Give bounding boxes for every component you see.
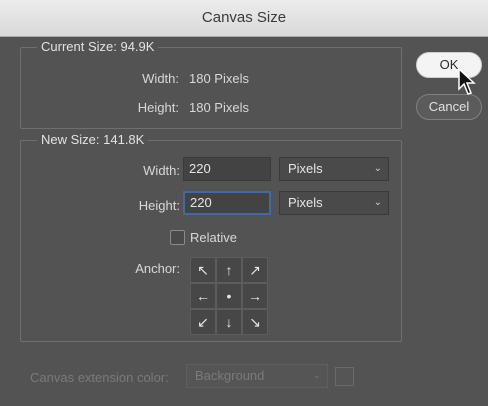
anchor-label: Anchor:	[135, 261, 180, 276]
new-size-title: New Size: 141.8K	[37, 132, 149, 147]
anchor-top-icon[interactable]: ↑	[216, 257, 242, 283]
anchor-top-right-icon[interactable]: ↗	[242, 257, 268, 283]
chevron-down-icon: ⌄	[373, 163, 382, 174]
extension-color-select[interactable]: Background ⌄	[186, 364, 328, 388]
relative-checkbox[interactable]	[170, 230, 185, 245]
relative-label: Relative	[190, 230, 237, 245]
anchor-center-icon[interactable]: •	[216, 283, 242, 309]
new-height-label: Height:	[138, 198, 180, 213]
new-height-input[interactable]: 220	[183, 191, 271, 215]
extension-color-value: Background	[195, 368, 265, 383]
canvas-size-dialog: Current Size: 94.9K Width: 180 Pixels He…	[0, 37, 488, 406]
current-height-label: Height:	[137, 100, 179, 115]
current-width-label: Width:	[142, 71, 179, 86]
current-width-value: 180 Pixels	[189, 71, 249, 86]
current-size-title: Current Size: 94.9K	[37, 39, 159, 54]
new-width-label: Width:	[143, 163, 180, 178]
chevron-down-icon: ⌄	[312, 370, 321, 381]
width-unit-value: Pixels	[288, 161, 323, 176]
chevron-down-icon: ⌄	[373, 197, 382, 208]
dialog-title: Canvas Size	[0, 0, 488, 37]
height-unit-select[interactable]: Pixels ⌄	[279, 191, 389, 215]
height-unit-value: Pixels	[288, 195, 323, 210]
mouse-cursor-icon	[458, 68, 476, 95]
current-height-value: 180 Pixels	[189, 100, 249, 115]
anchor-bottom-left-icon[interactable]: ↙	[190, 309, 216, 335]
new-width-input[interactable]: 220	[183, 157, 271, 181]
anchor-right-icon[interactable]: →	[242, 283, 268, 309]
width-unit-select[interactable]: Pixels ⌄	[279, 157, 389, 181]
anchor-bottom-right-icon[interactable]: ↘	[242, 309, 268, 335]
anchor-left-icon[interactable]: ←	[190, 283, 216, 309]
anchor-top-left-icon[interactable]: ↖	[190, 257, 216, 283]
current-size-group: Current Size: 94.9K Width: 180 Pixels He…	[20, 39, 402, 129]
cancel-button[interactable]: Cancel	[416, 94, 482, 120]
anchor-bottom-icon[interactable]: ↓	[216, 309, 242, 335]
extension-color-label: Canvas extension color:	[30, 370, 169, 385]
anchor-grid: ↖ ↑ ↗ ← • → ↙ ↓ ↘	[190, 257, 268, 335]
extension-color-swatch[interactable]	[335, 367, 354, 386]
